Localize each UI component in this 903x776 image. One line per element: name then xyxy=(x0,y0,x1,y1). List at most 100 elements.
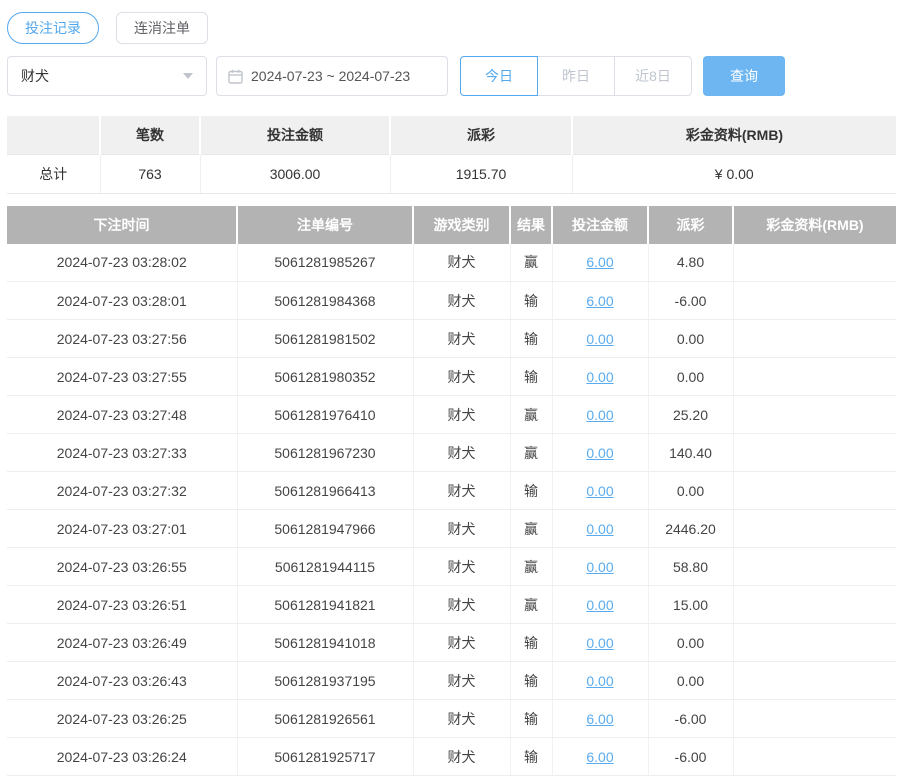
cell-bet-amount: 0.00 xyxy=(552,358,648,396)
cell-game-type: 财犬 xyxy=(413,700,510,738)
summary-header-bet-amount: 投注金额 xyxy=(200,116,390,154)
table-row: 2024-07-23 03:27:48 5061281976410 财犬 赢 0… xyxy=(7,396,896,434)
cell-bet-amount: 0.00 xyxy=(552,396,648,434)
cell-result: 输 xyxy=(510,358,552,396)
cell-game-type: 财犬 xyxy=(413,662,510,700)
date-range-input[interactable]: 2024-07-23 ~ 2024-07-23 xyxy=(216,56,448,96)
cell-payout: 58.80 xyxy=(648,548,733,586)
table-row: 2024-07-23 03:27:32 5061281966413 财犬 输 0… xyxy=(7,472,896,510)
query-button[interactable]: 查询 xyxy=(703,56,785,96)
summary-total-bonus: ¥ 0.00 xyxy=(572,154,896,193)
cell-bet-amount: 6.00 xyxy=(552,738,648,776)
yesterday-button[interactable]: 昨日 xyxy=(537,56,615,96)
summary-total-bet-amount: 3006.00 xyxy=(200,154,390,193)
cell-bonus xyxy=(733,282,896,320)
bet-amount-link[interactable]: 6.00 xyxy=(586,711,613,727)
col-header-bet-time: 下注时间 xyxy=(7,206,237,244)
summary-total-label: 总计 xyxy=(7,154,100,193)
cell-bet-time: 2024-07-23 03:26:43 xyxy=(7,662,237,700)
cell-bet-time: 2024-07-23 03:26:24 xyxy=(7,738,237,776)
today-button[interactable]: 今日 xyxy=(460,56,538,96)
cell-result: 输 xyxy=(510,738,552,776)
cell-result: 赢 xyxy=(510,586,552,624)
col-header-bet-amount: 投注金额 xyxy=(552,206,648,244)
top-tabs: 投注记录 连消注单 xyxy=(7,12,896,44)
records-table: 下注时间 注单编号 游戏类别 结果 投注金额 派彩 彩金资料(RMB) 2024… xyxy=(7,206,896,776)
cell-bonus xyxy=(733,586,896,624)
cell-bet-amount: 0.00 xyxy=(552,434,648,472)
betting-records-page: 投注记录 连消注单 财犬 2024-07-23 ~ 2024-07-23 今日 … xyxy=(0,0,903,776)
cell-result: 赢 xyxy=(510,434,552,472)
cell-payout: 4.80 xyxy=(648,244,733,282)
table-row: 2024-07-23 03:28:02 5061281985267 财犬 赢 6… xyxy=(7,244,896,282)
cell-order-number: 5061281926561 xyxy=(237,700,413,738)
bet-amount-link[interactable]: 0.00 xyxy=(586,483,613,499)
cell-bonus xyxy=(733,738,896,776)
bet-amount-link[interactable]: 0.00 xyxy=(586,521,613,537)
cell-bet-time: 2024-07-23 03:27:32 xyxy=(7,472,237,510)
cell-bonus xyxy=(733,396,896,434)
bet-amount-link[interactable]: 0.00 xyxy=(586,559,613,575)
calendar-icon xyxy=(228,69,243,84)
last-8-days-button[interactable]: 近8日 xyxy=(614,56,692,96)
cell-bet-amount: 0.00 xyxy=(552,472,648,510)
table-row: 2024-07-23 03:27:55 5061281980352 财犬 输 0… xyxy=(7,358,896,396)
date-range-value: 2024-07-23 ~ 2024-07-23 xyxy=(251,68,410,84)
bet-amount-link[interactable]: 0.00 xyxy=(586,331,613,347)
cell-bet-time: 2024-07-23 03:27:48 xyxy=(7,396,237,434)
bet-amount-link[interactable]: 0.00 xyxy=(586,673,613,689)
cell-game-type: 财犬 xyxy=(413,510,510,548)
bet-amount-link[interactable]: 6.00 xyxy=(586,293,613,309)
cell-payout: 0.00 xyxy=(648,662,733,700)
summary-header-payout: 派彩 xyxy=(390,116,572,154)
game-select[interactable]: 财犬 xyxy=(7,56,207,96)
cell-payout: -6.00 xyxy=(648,738,733,776)
bet-amount-link[interactable]: 6.00 xyxy=(586,749,613,765)
cell-bet-amount: 0.00 xyxy=(552,548,648,586)
cell-bonus xyxy=(733,434,896,472)
cell-bonus xyxy=(733,244,896,282)
bet-amount-link[interactable]: 0.00 xyxy=(586,407,613,423)
quick-date-button-group: 今日 昨日 近8日 xyxy=(460,56,692,96)
cell-game-type: 财犬 xyxy=(413,396,510,434)
cell-bet-time: 2024-07-23 03:26:49 xyxy=(7,624,237,662)
tab-betting-records[interactable]: 投注记录 xyxy=(7,12,99,44)
tab-cancelled-orders[interactable]: 连消注单 xyxy=(116,12,208,44)
bet-amount-link[interactable]: 0.00 xyxy=(586,445,613,461)
cell-result: 输 xyxy=(510,624,552,662)
cell-game-type: 财犬 xyxy=(413,548,510,586)
cell-bonus xyxy=(733,662,896,700)
game-select-value: 财犬 xyxy=(21,66,49,86)
records-header-row: 下注时间 注单编号 游戏类别 结果 投注金额 派彩 彩金资料(RMB) xyxy=(7,206,896,244)
col-header-game-type: 游戏类别 xyxy=(413,206,510,244)
bet-amount-link[interactable]: 0.00 xyxy=(586,635,613,651)
cell-bet-amount: 0.00 xyxy=(552,510,648,548)
cell-result: 输 xyxy=(510,700,552,738)
cell-order-number: 5061281981502 xyxy=(237,320,413,358)
cell-result: 赢 xyxy=(510,396,552,434)
col-header-payout: 派彩 xyxy=(648,206,733,244)
cell-bonus xyxy=(733,510,896,548)
summary-header-count: 笔数 xyxy=(100,116,200,154)
bet-amount-link[interactable]: 6.00 xyxy=(586,254,613,270)
summary-table: 笔数 投注金额 派彩 彩金资料(RMB) 总计 763 3006.00 1915… xyxy=(7,116,896,194)
cell-game-type: 财犬 xyxy=(413,434,510,472)
table-row: 2024-07-23 03:28:01 5061281984368 财犬 输 6… xyxy=(7,282,896,320)
cell-bet-time: 2024-07-23 03:27:55 xyxy=(7,358,237,396)
filter-bar: 财犬 2024-07-23 ~ 2024-07-23 今日 昨日 近8日 查询 xyxy=(7,56,896,96)
cell-order-number: 5061281947966 xyxy=(237,510,413,548)
cell-order-number: 5061281985267 xyxy=(237,244,413,282)
cell-game-type: 财犬 xyxy=(413,472,510,510)
cell-order-number: 5061281980352 xyxy=(237,358,413,396)
bet-amount-link[interactable]: 0.00 xyxy=(586,597,613,613)
cell-result: 赢 xyxy=(510,244,552,282)
cell-result: 输 xyxy=(510,662,552,700)
cell-bonus xyxy=(733,472,896,510)
bet-amount-link[interactable]: 0.00 xyxy=(586,369,613,385)
cell-order-number: 5061281967230 xyxy=(237,434,413,472)
cell-payout: 2446.20 xyxy=(648,510,733,548)
cell-bet-amount: 0.00 xyxy=(552,662,648,700)
cell-bonus xyxy=(733,320,896,358)
cell-bet-time: 2024-07-23 03:27:01 xyxy=(7,510,237,548)
table-row: 2024-07-23 03:26:25 5061281926561 财犬 输 6… xyxy=(7,700,896,738)
